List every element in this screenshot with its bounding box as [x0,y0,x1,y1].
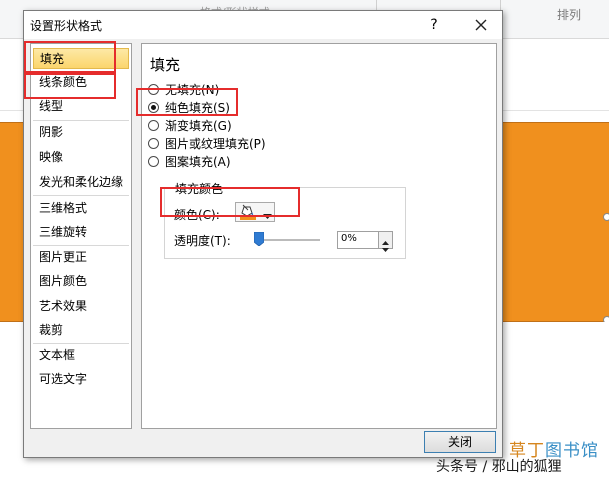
sidebar-item-3d-format[interactable]: 三维格式 [33,198,129,219]
sidebar-item-picture-corrections[interactable]: 图片更正 [33,247,129,268]
radio-label: 图案填充(A) [165,154,231,169]
radio-label: 渐变填充(G) [165,118,232,133]
sidebar-item-artistic-effects[interactable]: 艺术效果 [33,296,129,317]
list-divider [33,120,129,121]
radio-gradient-fill[interactable]: 渐变填充(G) [148,116,232,134]
transparency-label: 透明度(T): [174,234,231,248]
radio-picture-texture-fill[interactable]: 图片或纹理填充(P) [148,134,266,152]
close-button[interactable]: 关闭 [424,431,496,453]
sidebar-item-crop[interactable]: 裁剪 [33,320,129,341]
spin-buttons[interactable] [378,232,392,252]
shape-resize-handle[interactable] [603,213,609,221]
transparency-spinbox[interactable]: 0% [337,231,393,252]
annotation-box-line-color [24,73,116,99]
sidebar-item-line-style[interactable]: 线型 [33,96,129,117]
dialog-title: 设置形状格式 [30,19,103,33]
radio-label: 图片或纹理填充(P) [165,136,266,151]
list-divider [33,195,129,196]
radio-button[interactable] [148,155,159,167]
sidebar-item-text-box[interactable]: 文本框 [33,345,129,366]
sidebar-item-alt-text[interactable]: 可选文字 [33,369,129,390]
annotation-box-fill [24,41,116,73]
annotation-box-solid-fill [136,88,238,116]
radio-pattern-fill[interactable]: 图案填充(A) [148,152,231,170]
sidebar-item-shadow[interactable]: 阴影 [33,122,129,143]
sidebar-item-glow[interactable]: 发光和柔化边缘 [33,172,129,193]
list-divider [33,343,129,344]
radio-button[interactable] [148,137,159,149]
radio-button[interactable] [148,119,159,131]
close-icon[interactable] [468,13,494,37]
sidebar-item-reflection[interactable]: 映像 [33,147,129,168]
watermark-credit: 头条号 / 邪山的狐狸 [436,459,562,475]
sidebar-item-picture-color[interactable]: 图片颜色 [33,271,129,292]
spin-down-icon[interactable] [382,241,389,255]
ribbon-arrange-label[interactable]: 排列 [557,6,581,23]
list-divider [33,245,129,246]
annotation-box-color-picker [160,187,300,217]
help-button[interactable]: ? [424,15,444,35]
transparency-value: 0% [341,233,357,244]
dialog-titlebar[interactable]: 设置形状格式 ? [24,11,502,39]
category-list: 填充 线条颜色 线型 阴影 映像 发光和柔化边缘 三维格式 三维旋转 图片更正 … [30,43,132,429]
transparency-slider-thumb[interactable] [253,231,265,247]
panel-title: 填充 [150,56,181,74]
sidebar-item-3d-rotation[interactable]: 三维旋转 [33,222,129,243]
